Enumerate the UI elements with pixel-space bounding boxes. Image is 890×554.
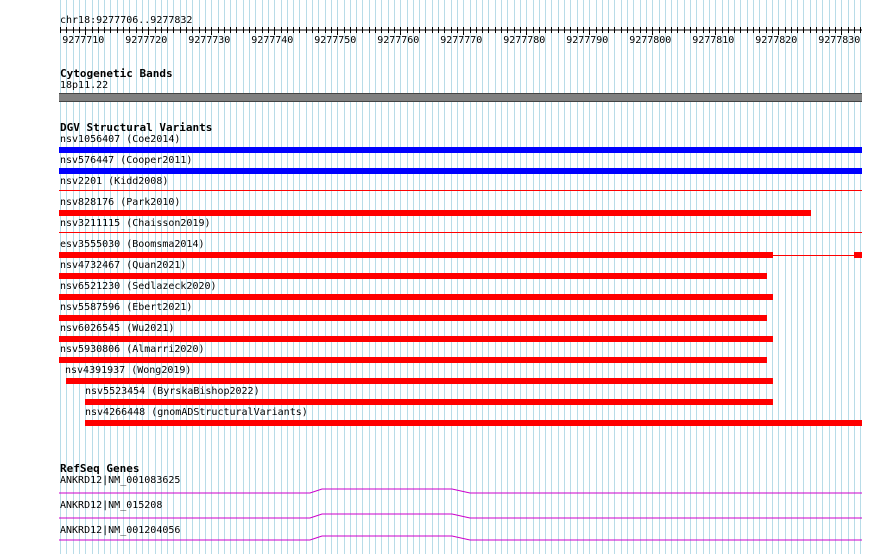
variant-bar[interactable] bbox=[59, 190, 862, 191]
variant-label[interactable]: nsv4266448 (gnomADStructuralVariants) bbox=[85, 407, 308, 419]
variant-bar[interactable] bbox=[59, 294, 773, 300]
ruler-tick-label: 9277770 bbox=[440, 35, 483, 46]
variant-label[interactable]: nsv3211115 (Chaisson2019) bbox=[60, 218, 211, 230]
variant-label[interactable]: nsv1056407 (Coe2014) bbox=[60, 134, 180, 146]
ruler-tick-label: 9277710 bbox=[62, 35, 105, 46]
ruler-tick-label: 9277810 bbox=[692, 35, 735, 46]
variant-bar[interactable] bbox=[59, 357, 767, 363]
gene-model[interactable] bbox=[0, 484, 890, 496]
variant-label[interactable]: esv3555030 (Boomsma2014) bbox=[60, 239, 205, 251]
gene-model[interactable] bbox=[0, 509, 890, 521]
variant-bar[interactable] bbox=[59, 232, 862, 233]
variant-block-right[interactable] bbox=[854, 252, 862, 258]
ruler-tick-label: 9277760 bbox=[377, 35, 420, 46]
ruler-tick-label: 9277830 bbox=[818, 35, 861, 46]
variant-bar[interactable] bbox=[59, 315, 767, 321]
variant-label[interactable]: nsv828176 (Park2010) bbox=[60, 197, 180, 209]
ruler-tick-label: 9277750 bbox=[314, 35, 357, 46]
variant-bar[interactable] bbox=[59, 336, 773, 342]
cytoband-label: 18p11.22 bbox=[60, 80, 109, 91]
cytoband-track-title[interactable]: Cytogenetic Bands bbox=[60, 67, 173, 80]
variant-label[interactable]: nsv6521230 (Sedlazeck2020) bbox=[60, 281, 217, 293]
variant-label[interactable]: nsv2201 (Kidd2008) bbox=[60, 176, 168, 188]
variant-bar[interactable] bbox=[66, 378, 773, 384]
ruler-tick-label: 9277790 bbox=[566, 35, 609, 46]
variant-block-left[interactable] bbox=[59, 252, 67, 258]
variant-bar[interactable] bbox=[59, 147, 862, 153]
variant-label[interactable]: nsv5930806 (Almarri2020) bbox=[60, 344, 205, 356]
ruler-tick-label: 9277800 bbox=[629, 35, 672, 46]
variant-bar[interactable] bbox=[67, 252, 773, 258]
ruler-tick-label: 9277740 bbox=[251, 35, 294, 46]
variant-bar[interactable] bbox=[59, 273, 767, 279]
variant-label[interactable]: nsv576447 (Cooper2011) bbox=[60, 155, 192, 167]
variant-label[interactable]: nsv5523454 (ByrskaBishop2022) bbox=[85, 386, 260, 398]
variant-connector bbox=[773, 255, 854, 256]
variant-bar[interactable] bbox=[59, 210, 811, 216]
variant-bar[interactable] bbox=[85, 420, 862, 426]
ruler-tick-label: 9277780 bbox=[503, 35, 546, 46]
variant-label[interactable]: nsv4391937 (Wong2019) bbox=[65, 365, 191, 377]
cytoband-bar[interactable] bbox=[59, 93, 862, 102]
gene-model[interactable] bbox=[0, 534, 890, 546]
variant-bar[interactable] bbox=[59, 168, 862, 174]
refseq-track-title[interactable]: RefSeq Genes bbox=[60, 462, 139, 475]
ruler-tick-label: 9277730 bbox=[188, 35, 231, 46]
dgv-track-title[interactable]: DGV Structural Variants bbox=[60, 121, 212, 134]
variant-bar[interactable] bbox=[85, 399, 773, 405]
variant-label[interactable]: nsv6026545 (Wu2021) bbox=[60, 323, 174, 335]
variant-label[interactable]: nsv5587596 (Ebert2021) bbox=[60, 302, 192, 314]
ruler-tick-label: 9277820 bbox=[755, 35, 798, 46]
ruler-tick-label: 9277720 bbox=[125, 35, 168, 46]
variant-label[interactable]: nsv4732467 (Quan2021) bbox=[60, 260, 186, 272]
